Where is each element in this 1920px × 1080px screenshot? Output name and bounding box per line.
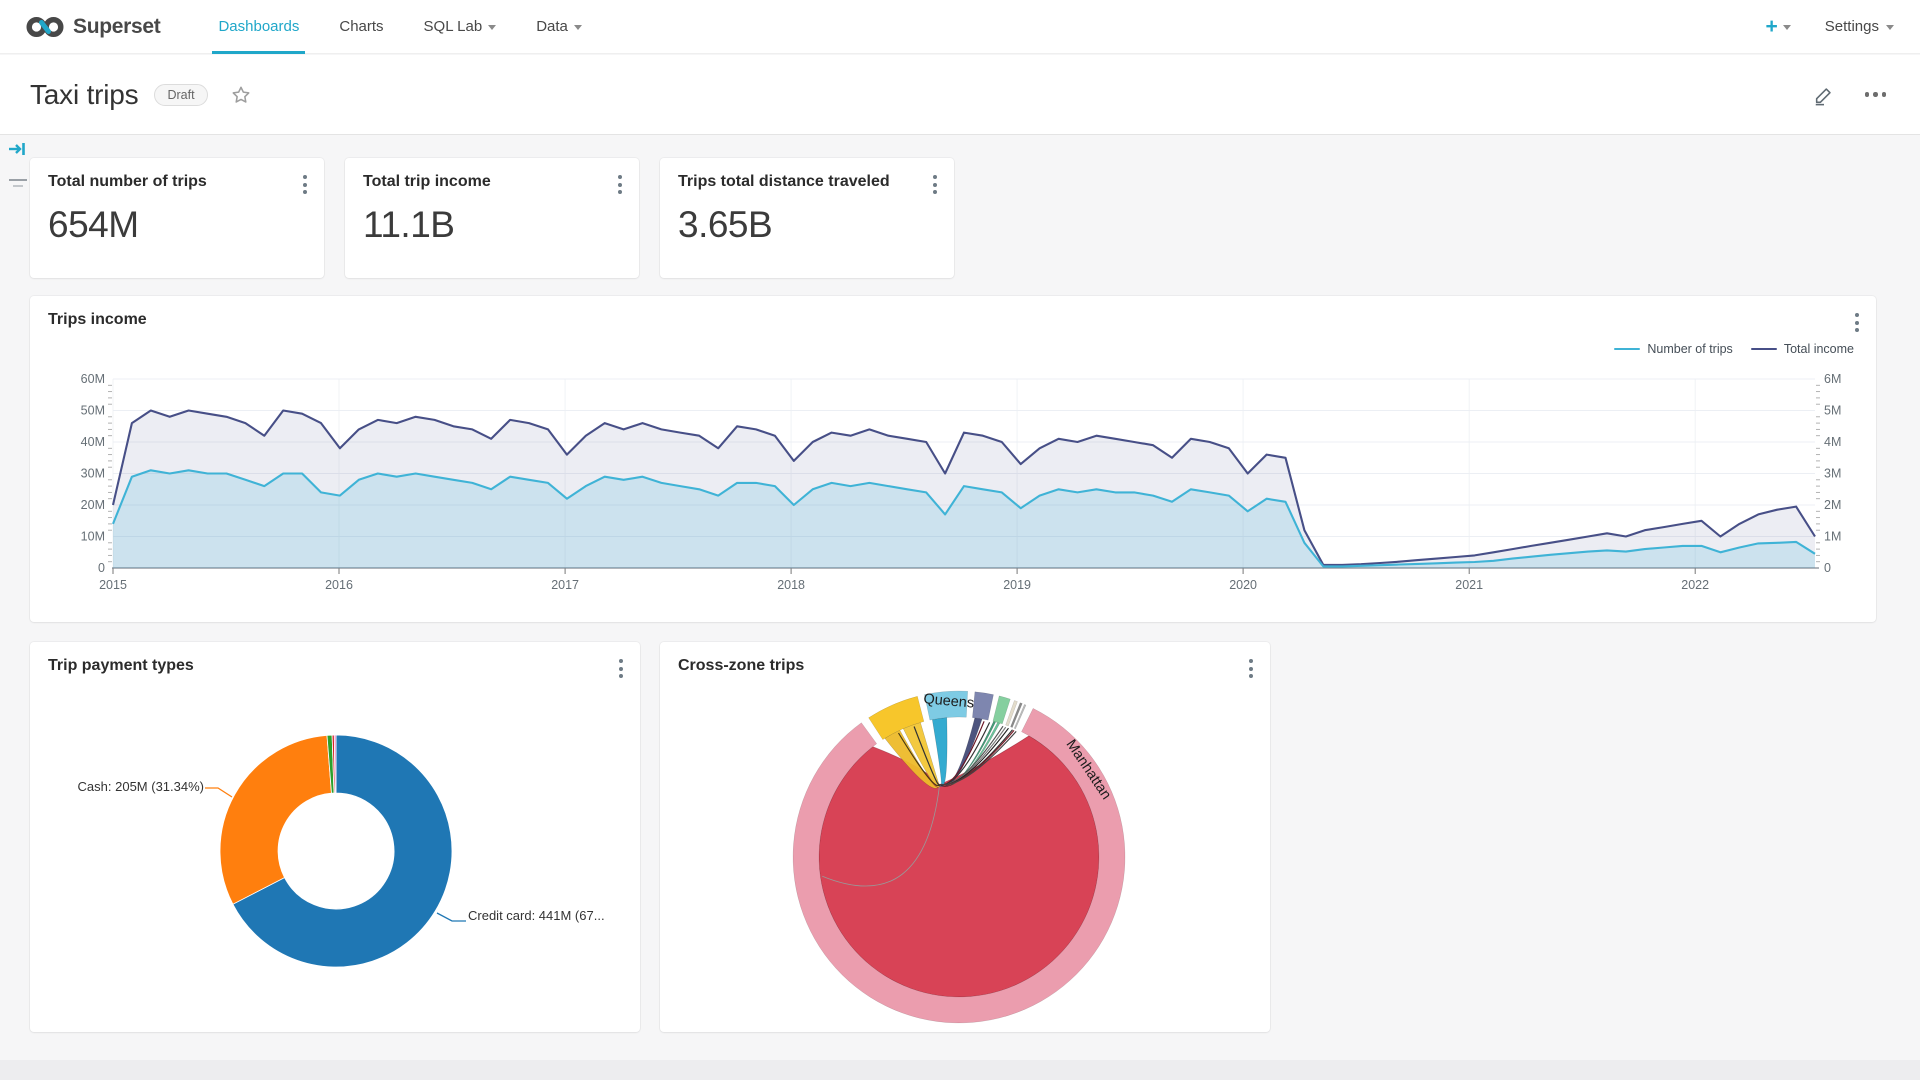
top-nav: Superset Dashboards Charts SQL Lab Data … <box>0 0 1920 54</box>
kpi-title: Total number of trips <box>48 173 207 191</box>
svg-text:0: 0 <box>98 561 105 575</box>
svg-text:50M: 50M <box>81 404 105 418</box>
plus-icon: + <box>1766 15 1778 39</box>
svg-text:2015: 2015 <box>99 578 127 592</box>
page-title: Taxi trips <box>30 79 138 111</box>
svg-text:2021: 2021 <box>1455 578 1483 592</box>
trips-income-chart-card: Trips income Number of trips Total incom… <box>30 296 1876 622</box>
svg-text:2016: 2016 <box>325 578 353 592</box>
nav-dashboards[interactable]: Dashboards <box>198 0 319 54</box>
kpi-card-distance: Trips total distance traveled 3.65B <box>660 158 954 278</box>
svg-text:30M: 30M <box>81 467 105 481</box>
chevron-down-icon <box>574 25 582 30</box>
svg-text:10M: 10M <box>81 530 105 544</box>
new-item-button[interactable]: + <box>1766 15 1791 39</box>
edit-pencil-icon[interactable] <box>1813 84 1835 106</box>
svg-text:4M: 4M <box>1824 435 1841 449</box>
kpi-card-total-trips: Total number of trips 654M <box>30 158 324 278</box>
kebab-menu-icon[interactable] <box>614 171 626 198</box>
brand-name: Superset <box>73 15 160 39</box>
kpi-card-trip-income: Total trip income 11.1B <box>345 158 639 278</box>
kpi-value: 654M <box>48 204 139 246</box>
superset-logo[interactable]: Superset <box>26 14 160 40</box>
donut-chart-canvas <box>30 642 640 1032</box>
expand-filter-bar-icon[interactable] <box>8 140 28 163</box>
bottom-strip <box>0 1060 1920 1080</box>
svg-text:6M: 6M <box>1824 372 1841 386</box>
svg-text:60M: 60M <box>81 372 105 386</box>
more-actions-icon[interactable] <box>1861 88 1891 101</box>
filter-list-icon[interactable] <box>7 176 29 194</box>
nav-sql-lab[interactable]: SQL Lab <box>404 0 517 54</box>
dashboard-header: Taxi trips Draft <box>0 55 1920 135</box>
svg-text:20M: 20M <box>81 498 105 512</box>
payment-types-chart-card: Trip payment types Cash: 205M (31.34%) C… <box>30 642 640 1032</box>
timeseries-chart-canvas: 2015 2016 2017 2018 2019 2020 2021 2022 0 0 10M 1M 2… <box>30 296 1876 622</box>
infinity-logo-icon <box>26 14 64 40</box>
svg-text:40M: 40M <box>81 435 105 449</box>
svg-text:2018: 2018 <box>777 578 805 592</box>
chevron-down-icon <box>1783 25 1791 30</box>
superset-dashboard: Superset Dashboards Charts SQL Lab Data … <box>0 0 1920 1080</box>
svg-text:2022: 2022 <box>1681 578 1709 592</box>
chevron-down-icon <box>488 25 496 30</box>
chord-chart-canvas: QueensManhattan <box>660 642 1270 1032</box>
cross-zone-chart-card: Cross-zone trips QueensManhattan <box>660 642 1270 1032</box>
svg-text:2017: 2017 <box>551 578 579 592</box>
nav-data[interactable]: Data <box>516 0 602 54</box>
favorite-star-icon[interactable] <box>230 84 252 106</box>
settings-menu[interactable]: Settings <box>1825 18 1894 35</box>
svg-text:2M: 2M <box>1824 498 1841 512</box>
kebab-menu-icon[interactable] <box>929 171 941 198</box>
svg-text:2019: 2019 <box>1003 578 1031 592</box>
pie-label-credit: Credit card: 441M (67... <box>468 908 605 923</box>
svg-text:2020: 2020 <box>1229 578 1257 592</box>
svg-text:1M: 1M <box>1824 530 1841 544</box>
kebab-menu-icon[interactable] <box>299 171 311 198</box>
kpi-title: Total trip income <box>363 173 491 191</box>
svg-text:0: 0 <box>1824 561 1831 575</box>
pie-label-cash: Cash: 205M (31.34%) <box>58 779 204 794</box>
kpi-title: Trips total distance traveled <box>678 173 890 191</box>
svg-text:5M: 5M <box>1824 404 1841 418</box>
kpi-value: 11.1B <box>363 204 454 246</box>
draft-badge: Draft <box>154 84 207 106</box>
chevron-down-icon <box>1886 25 1894 30</box>
svg-text:3M: 3M <box>1824 467 1841 481</box>
kpi-value: 3.65B <box>678 204 772 246</box>
nav-charts[interactable]: Charts <box>319 0 403 54</box>
